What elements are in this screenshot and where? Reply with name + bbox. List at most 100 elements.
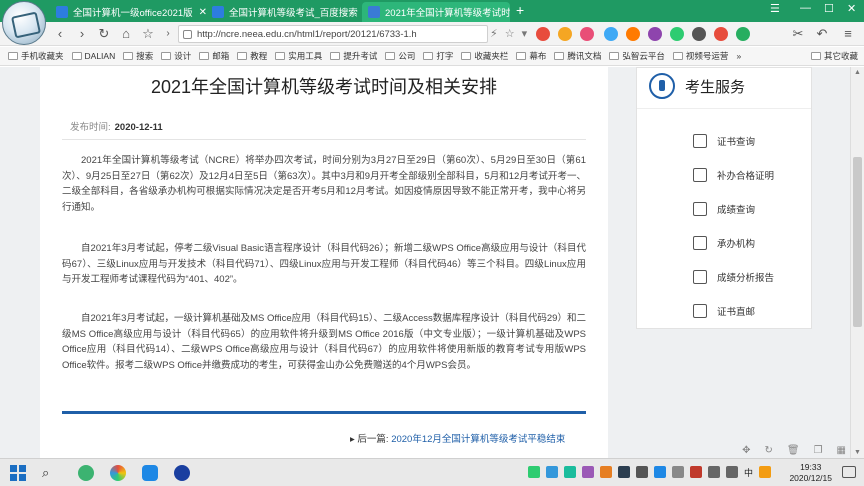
book-icon (693, 270, 707, 284)
close-window-icon[interactable]: ✕ (847, 2, 856, 15)
dropdown-icon[interactable]: ▾ (522, 27, 528, 40)
printer-icon[interactable] (672, 466, 684, 478)
bookmark-mubu[interactable]: 幕布 (516, 50, 546, 62)
service-certificate-query[interactable]: 证书查询 (693, 134, 755, 148)
system-clock[interactable]: 19:33 2020/12/15 (789, 462, 832, 484)
forward-icon[interactable]: › (74, 26, 90, 42)
bookmark-mail[interactable]: 邮箱 (199, 50, 229, 62)
scrollbar-thumb[interactable] (853, 157, 862, 327)
services-header: 考生服务 (649, 68, 745, 104)
bookmark-other[interactable]: 其它收藏 (810, 50, 858, 62)
tray-icon[interactable] (618, 466, 630, 478)
bookmark-search[interactable]: 搜索 (123, 50, 153, 62)
pin-icon[interactable]: ✥ (742, 445, 750, 456)
app-icon[interactable] (174, 465, 190, 481)
star-icon[interactable]: ☆ (140, 26, 156, 42)
browser-icon[interactable] (110, 465, 126, 481)
folder-icon (385, 52, 396, 60)
tray-icon[interactable] (600, 466, 612, 478)
minimize-icon[interactable]: — (800, 2, 811, 14)
url-input[interactable]: http://ncre.neea.edu.cn/html1/report/201… (178, 25, 488, 43)
wifi-icon[interactable] (708, 466, 720, 478)
tray-icon[interactable] (546, 466, 558, 478)
undo-icon[interactable]: ↶ (814, 26, 830, 42)
extension-icon[interactable] (648, 27, 662, 41)
extension-icon[interactable] (692, 27, 706, 41)
scroll-down-icon[interactable]: ▼ (854, 449, 861, 456)
tray-icon[interactable] (528, 466, 540, 478)
scissors-icon[interactable]: ✂ (790, 26, 806, 42)
star-outline-icon[interactable]: ☆ (505, 27, 515, 40)
bookmark-design[interactable]: 设计 (161, 50, 191, 62)
app-icon[interactable] (142, 465, 158, 481)
folder-icon (123, 52, 134, 60)
bookmark-tencent-docs[interactable]: 腾讯文档 (554, 50, 601, 62)
bookmark-more[interactable]: » (736, 51, 741, 61)
bookmark-company[interactable]: 公司 (385, 50, 415, 62)
scroll-up-icon[interactable]: ▲ (854, 69, 861, 76)
service-organizers[interactable]: 承办机构 (693, 236, 755, 250)
chevron-right-icon[interactable]: › (160, 26, 176, 42)
service-score-report[interactable]: 成绩分析报告 (693, 270, 774, 284)
tab-baidu-search[interactable]: 全国计算机等级考试_百度搜索 ✕ (206, 2, 362, 22)
grid-icon[interactable]: ▦ (837, 445, 846, 456)
folder-icon (8, 52, 18, 60)
trash-icon[interactable]: 🗑 (787, 445, 800, 456)
bookmark-exam[interactable]: 提升考试 (330, 50, 377, 62)
tray-icon[interactable] (759, 466, 772, 478)
bluetooth-icon[interactable] (654, 466, 666, 478)
tab-exam-schedule[interactable]: 2021年全国计算机等级考试时间 ✕ (362, 2, 510, 22)
bookmark-tutorial[interactable]: 教程 (237, 50, 267, 62)
extension-icon[interactable] (736, 27, 750, 41)
extension-icon[interactable] (580, 27, 594, 41)
volume-icon[interactable] (726, 466, 738, 478)
back-icon[interactable]: ‹ (52, 26, 68, 42)
maximize-icon[interactable]: ☐ (824, 2, 834, 15)
service-certificate-mail[interactable]: 证书直邮 (693, 304, 755, 318)
folder-icon (199, 52, 210, 60)
bookmark-dalian[interactable]: DALIAN (71, 51, 115, 61)
tray-icon[interactable] (636, 466, 648, 478)
new-tab-button[interactable]: + (516, 2, 524, 18)
next-article-link[interactable]: 2020年12月全国计算机等级考试平稳结束 (391, 434, 565, 445)
tab-office2021[interactable]: 全国计算机一级office2021版 ✕ (50, 2, 206, 22)
service-score-query[interactable]: 成绩查询 (693, 202, 755, 216)
bookmark-mobile[interactable]: 手机收藏夹 (8, 50, 64, 62)
bookmark-hongzhi[interactable]: 弘智云平台 (609, 50, 665, 62)
tray-icon[interactable] (564, 466, 576, 478)
extension-icon[interactable] (604, 27, 618, 41)
title-divider (62, 139, 586, 140)
bookmark-favorites[interactable]: 收藏夹栏 (461, 50, 508, 62)
tray-icon[interactable] (690, 466, 702, 478)
ime-indicator[interactable]: 中 (744, 466, 753, 479)
notification-icon[interactable] (842, 466, 856, 478)
lightning-icon[interactable]: ⚡ (490, 27, 498, 40)
article-paragraph: 自2021年3月考试起，一级计算机基础及MS Office应用（科目代码15）、… (62, 313, 586, 371)
wechat-icon[interactable] (78, 465, 94, 481)
service-reissue-proof[interactable]: 补办合格证明 (693, 168, 774, 182)
extension-icon[interactable] (714, 27, 728, 41)
bookmark-typing[interactable]: 打字 (423, 50, 453, 62)
vertical-scrollbar[interactable]: ▲ ▼ (850, 67, 864, 458)
refresh-icon[interactable]: ↻ (764, 445, 772, 456)
address-toolbar: ‹ › ↻ ⌂ ☆ › http://ncre.neea.edu.cn/html… (0, 22, 864, 46)
windows-start-icon[interactable] (10, 465, 26, 481)
menu-icon[interactable]: ≡ (840, 26, 856, 42)
reload-icon[interactable]: ↻ (96, 26, 112, 42)
menu-icon[interactable]: ☰ (770, 2, 780, 15)
article-title: 2021年全国计算机等级考试时间及相关安排 (150, 77, 498, 97)
tray-icon[interactable] (582, 466, 594, 478)
copy-icon[interactable]: ❐ (814, 445, 823, 456)
search-icon[interactable]: ⌕ (42, 465, 58, 481)
extension-icon[interactable] (670, 27, 684, 41)
tab-title: 2021年全国计算机等级考试时间 (385, 8, 510, 19)
bookmark-video[interactable]: 视频号运营 (672, 50, 728, 62)
extension-icon[interactable] (626, 27, 640, 41)
publish-date: 发布时间: 2020-12-11 (70, 122, 163, 133)
close-icon[interactable]: ✕ (193, 7, 206, 18)
bookmark-tools[interactable]: 实用工具 (275, 50, 322, 62)
windows-taskbar: ⌕ 中 19:33 2020/12/15 (0, 458, 864, 486)
extension-icon[interactable] (558, 27, 572, 41)
home-icon[interactable]: ⌂ (118, 26, 134, 42)
extension-icon[interactable] (536, 27, 550, 41)
